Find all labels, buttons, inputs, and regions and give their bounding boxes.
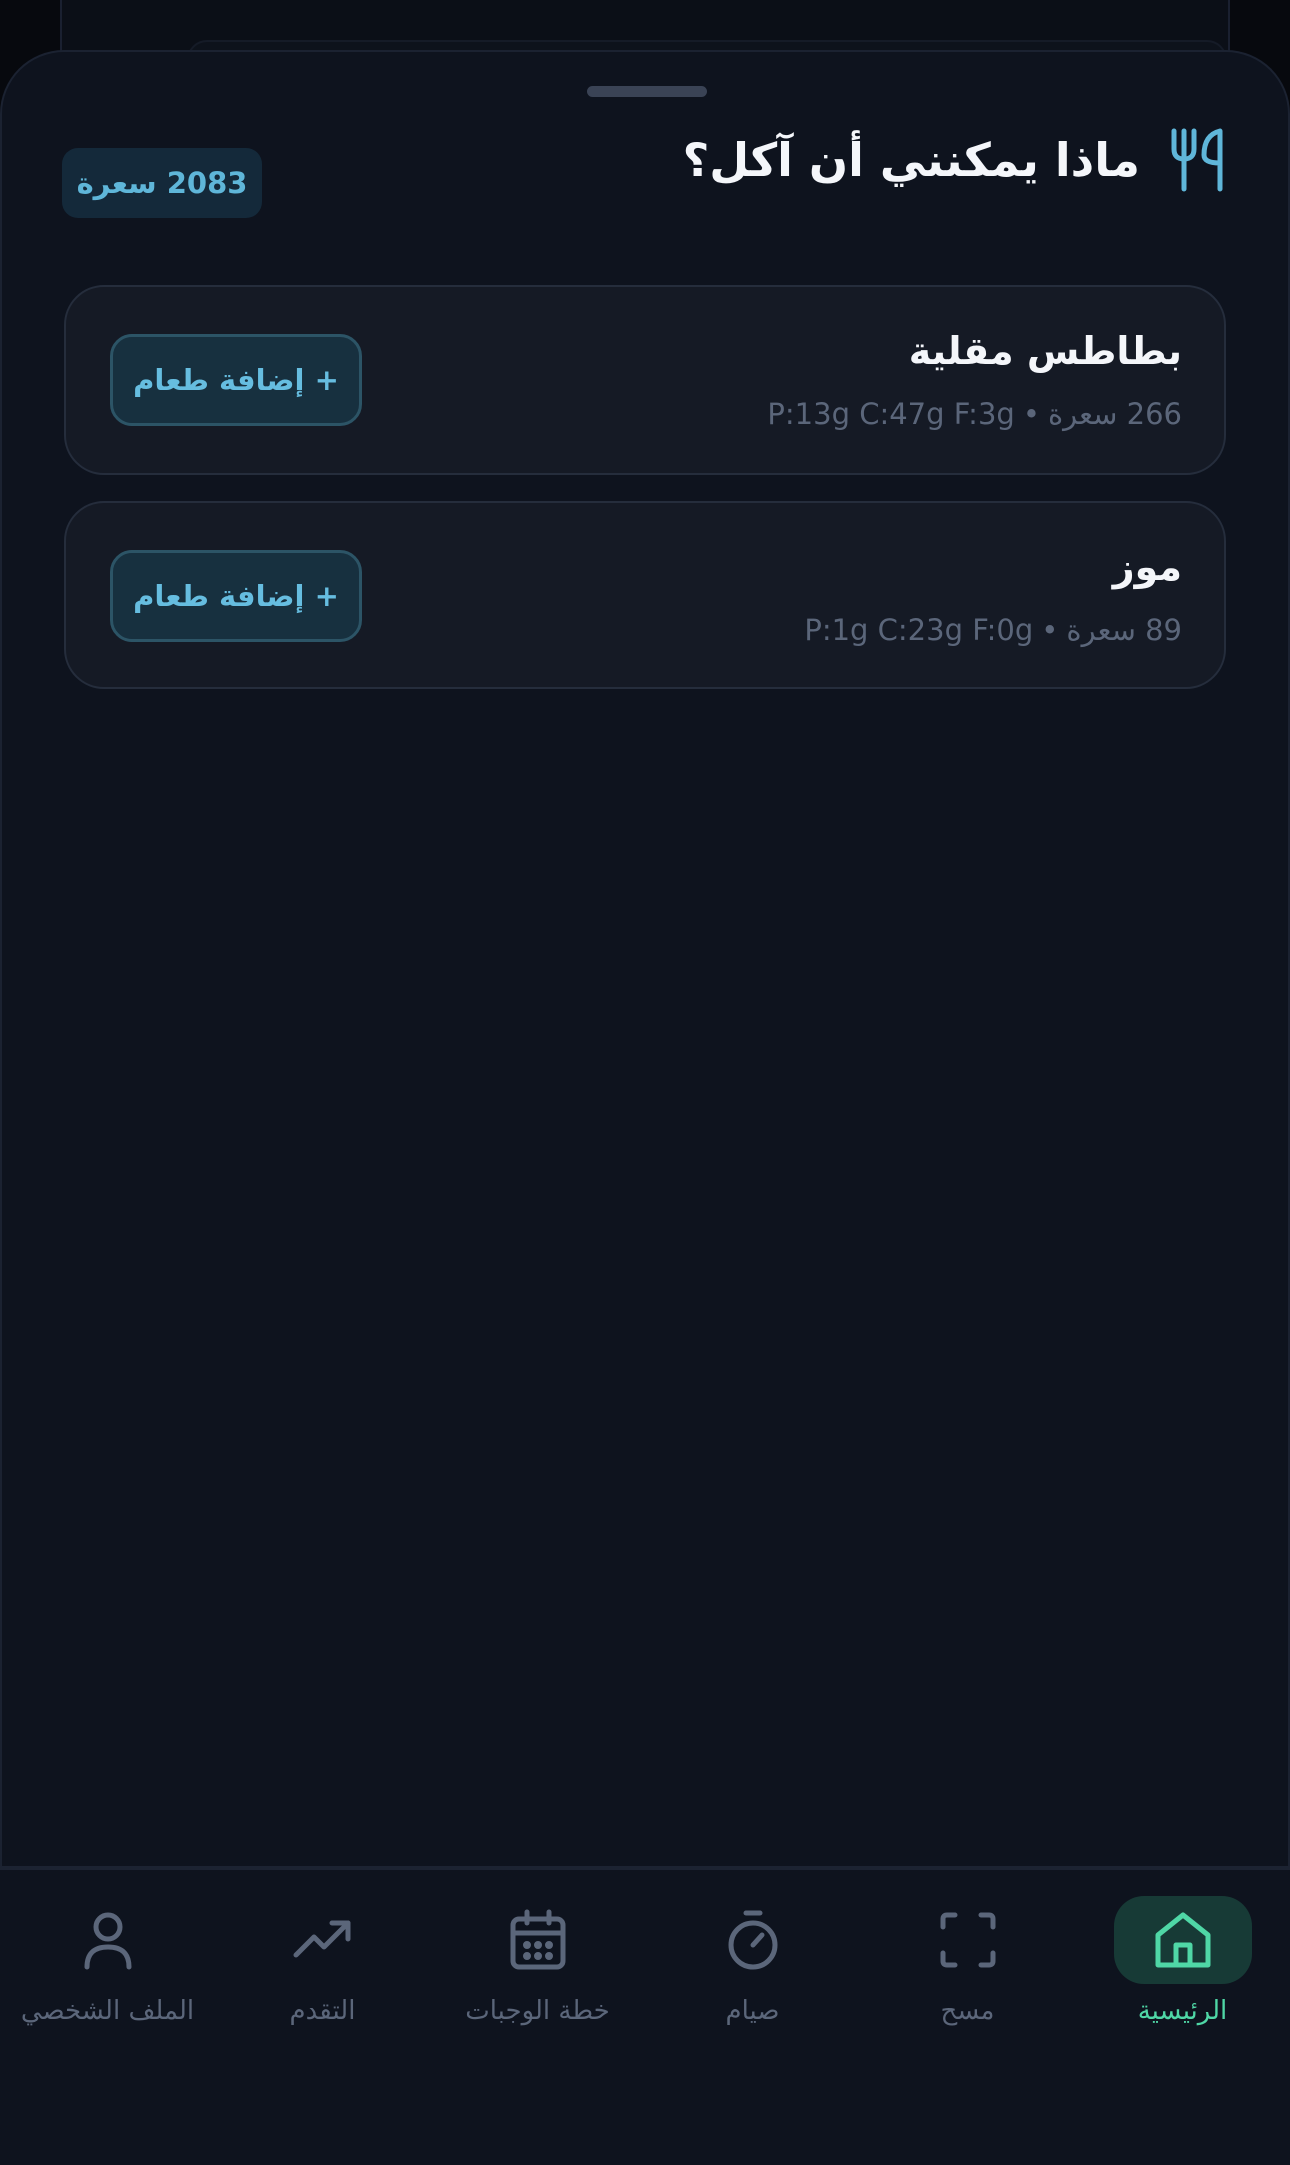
nav-icon-container bbox=[469, 1896, 607, 1984]
food-macros: P:13g C:47g F:3g bbox=[767, 397, 1015, 431]
nav-icon-container bbox=[899, 1896, 1037, 1984]
nav-item-progress[interactable]: التقدم bbox=[215, 1896, 430, 2036]
nav-label: مسح bbox=[940, 1996, 995, 2026]
nav-icon-container bbox=[1113, 1896, 1252, 1984]
sheet-drag-handle[interactable] bbox=[587, 86, 707, 97]
nav-label: الرئيسية bbox=[1137, 1996, 1228, 2026]
separator-dot: • bbox=[1041, 613, 1059, 647]
nav-item-profile[interactable]: الملف الشخصي bbox=[0, 1896, 215, 2036]
trending-up-icon bbox=[293, 1920, 350, 1958]
user-icon bbox=[84, 1912, 131, 1970]
food-name: بطاطس مقلية bbox=[908, 329, 1182, 373]
nav-label: خطة الوجبات bbox=[465, 1996, 610, 2026]
scan-icon bbox=[940, 1912, 995, 1968]
add-food-button[interactable]: + إضافة طعام bbox=[110, 334, 362, 426]
title-group: ماذا يمكنني أن آكل؟ bbox=[683, 100, 1228, 220]
utensils-icon bbox=[1171, 128, 1223, 192]
nav-label: صيام bbox=[725, 1996, 780, 2026]
nav-icon-container bbox=[39, 1896, 177, 1984]
food-macros: P:1g C:23g F:0g bbox=[804, 613, 1034, 647]
food-calories: 266 سعرة bbox=[1047, 397, 1182, 431]
nav-label: الملف الشخصي bbox=[20, 1996, 195, 2026]
food-nutrition: 89 سعرة•P:1g C:23g F:0g bbox=[804, 613, 1182, 647]
nav-icon-container bbox=[684, 1896, 822, 1984]
food-name: موز bbox=[1112, 545, 1182, 589]
nav-item-meal-plan[interactable]: خطة الوجبات bbox=[430, 1896, 645, 2036]
separator-dot: • bbox=[1022, 397, 1040, 431]
nav-item-fasting[interactable]: صيام bbox=[645, 1896, 860, 2036]
food-nutrition: 266 سعرة•P:13g C:47g F:3g bbox=[767, 397, 1182, 431]
nav-item-home[interactable]: الرئيسية bbox=[1075, 1896, 1290, 2036]
home-icon bbox=[1155, 1912, 1210, 1968]
page-title: ماذا يمكنني أن آكل؟ bbox=[682, 133, 1140, 187]
calendar-icon bbox=[510, 1909, 565, 1970]
sheet-header: ماذا يمكنني أن آكل؟ 2083 سعرة bbox=[0, 100, 1290, 220]
nav-icon-container bbox=[254, 1896, 392, 1984]
food-calories: 89 سعرة bbox=[1066, 613, 1182, 647]
timer-icon bbox=[728, 1910, 777, 1970]
nav-item-scan[interactable]: مسح bbox=[860, 1896, 1075, 2036]
add-food-button[interactable]: + إضافة طعام bbox=[110, 550, 362, 642]
calorie-budget-badge: 2083 سعرة bbox=[62, 148, 262, 218]
food-card: موز 89 سعرة•P:1g C:23g F:0g + إضافة طعام bbox=[64, 501, 1226, 689]
nav-label: التقدم bbox=[289, 1996, 356, 2026]
food-card: بطاطس مقلية 266 سعرة•P:13g C:47g F:3g + … bbox=[64, 285, 1226, 475]
bottom-navigation: الرئيسية مسح صيام خطة الوجبات التقدم الم… bbox=[0, 1870, 1290, 2165]
